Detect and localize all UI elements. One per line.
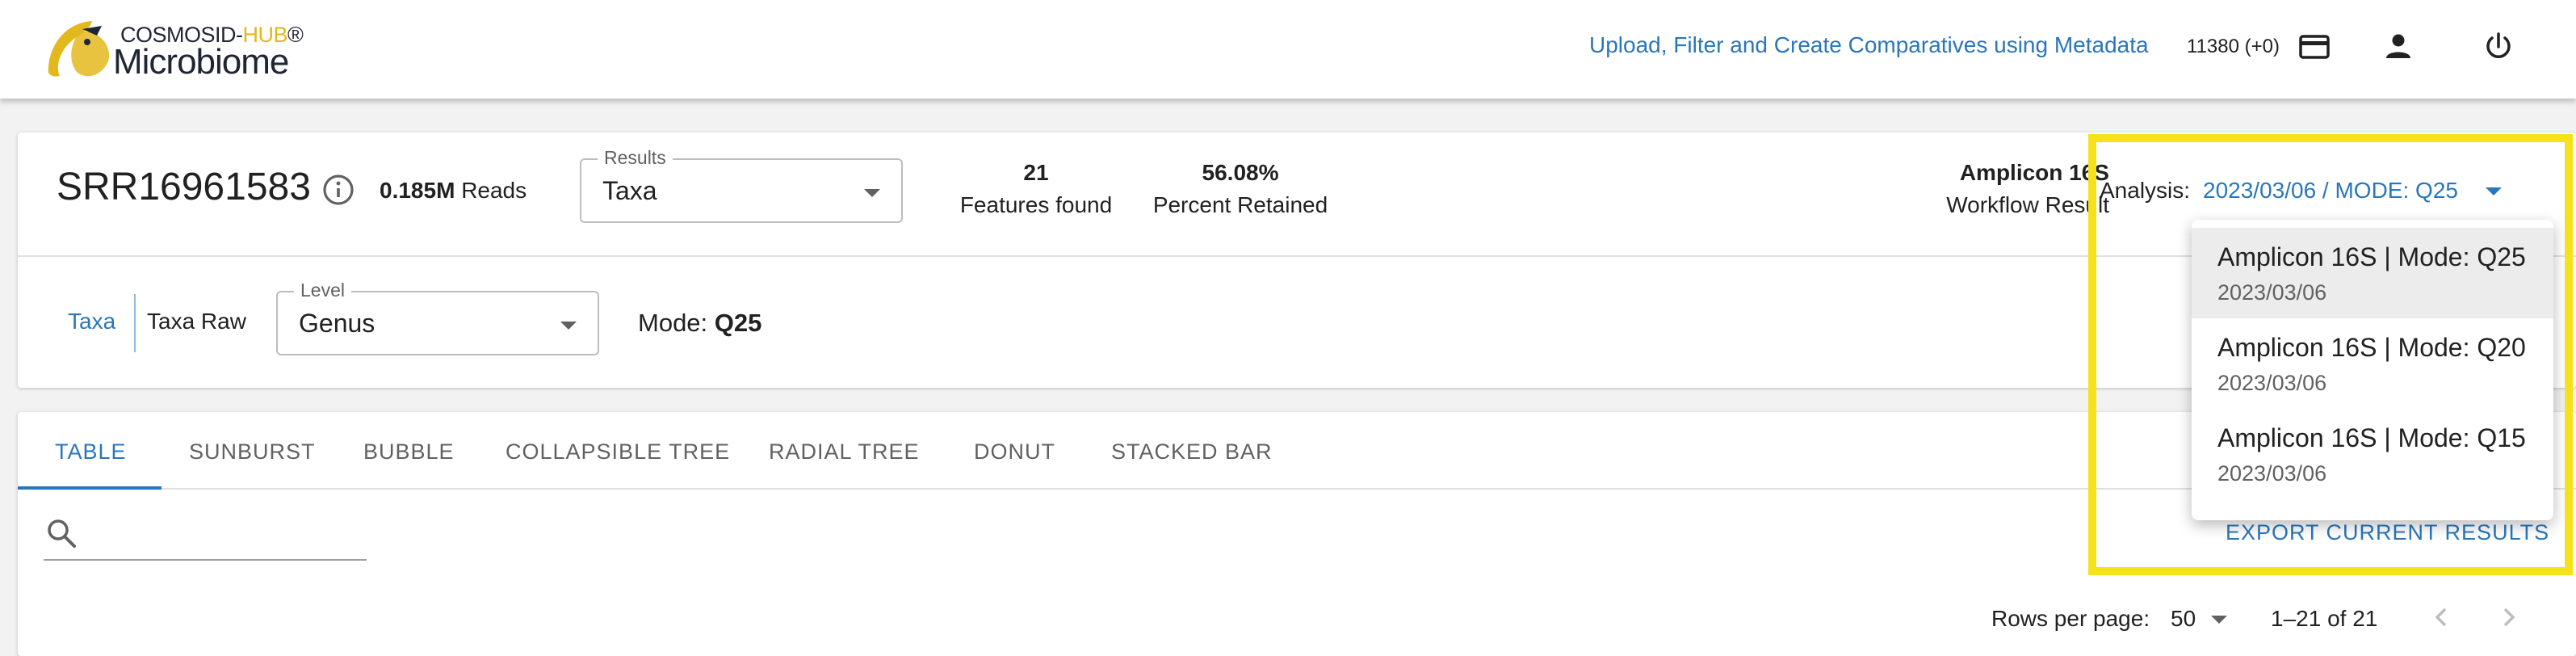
level-legend: Level	[294, 280, 351, 301]
search-underline	[44, 559, 367, 561]
chevron-right-icon[interactable]	[2494, 603, 2523, 632]
mode-indicator: Mode: Q25	[638, 309, 762, 337]
analysis-option-q25[interactable]: Amplicon 16S | Mode: Q25 2023/03/06	[2192, 228, 2553, 318]
analysis-dropdown-arrow-icon[interactable]	[2486, 187, 2502, 196]
analysis-option-q15[interactable]: Amplicon 16S | Mode: Q15 2023/03/06	[2192, 409, 2553, 499]
tab-collapsible-tree[interactable]: COLLAPSIBLE TREE	[506, 439, 730, 465]
top-app-bar: COSMOSID-HUB® Microbiome Upload, Filter …	[0, 0, 2576, 99]
search-icon	[48, 519, 76, 548]
toggle-taxa-raw[interactable]: Taxa Raw	[147, 309, 246, 334]
rows-per-page-label: Rows per page:	[1991, 606, 2150, 631]
analysis-menu: Amplicon 16S | Mode: Q25 2023/03/06 Ampl…	[2192, 220, 2553, 520]
workflow-result: Amplicon 16S Workflow Result	[1946, 160, 2109, 217]
results-legend: Results	[598, 147, 673, 169]
toggle-taxa[interactable]: Taxa	[68, 309, 115, 334]
metadata-link[interactable]: Upload, Filter and Create Comparatives u…	[1589, 32, 2149, 58]
features-stat: 21 Features found	[959, 160, 1113, 217]
percent-retained-stat: 56.08% Percent Retained	[1152, 160, 1328, 217]
tab-radial-tree[interactable]: RADIAL TREE	[769, 439, 920, 465]
reads-count: 0.185M Reads	[380, 178, 527, 203]
tab-donut[interactable]: DONUT	[974, 439, 1055, 465]
credits-counter: 11380 (+0)	[2187, 36, 2280, 57]
level-value: Genus	[299, 309, 375, 338]
active-tab-indicator	[18, 486, 162, 490]
logo-bottom-text: Microbiome	[113, 42, 289, 82]
credit-card-icon[interactable]	[2298, 32, 2331, 61]
search-input[interactable]	[84, 520, 359, 553]
results-value: Taxa	[602, 176, 657, 205]
rows-per-page-arrow-icon[interactable]	[2211, 616, 2227, 624]
cosmosid-logo[interactable]: COSMOSID-HUB® Microbiome	[44, 18, 310, 82]
rows-per-page-select[interactable]: 50	[2171, 606, 2196, 632]
analysis-select[interactable]: 2023/03/06 / MODE: Q25	[2203, 178, 2458, 204]
tab-table[interactable]: TABLE	[55, 439, 127, 465]
level-select[interactable]: Level Genus	[276, 280, 599, 355]
tab-bubble[interactable]: BUBBLE	[363, 439, 455, 465]
export-results-button[interactable]: EXPORT CURRENT RESULTS	[2226, 520, 2549, 545]
results-select[interactable]: Results Taxa	[580, 147, 903, 223]
analysis-option-q20[interactable]: Amplicon 16S | Mode: Q20 2023/03/06	[2192, 318, 2553, 409]
dropdown-arrow-icon	[560, 322, 577, 330]
pagination-range: 1–21 of 21	[2271, 606, 2378, 631]
tab-sunburst[interactable]: SUNBURST	[189, 439, 316, 465]
info-icon[interactable]	[321, 173, 355, 207]
power-icon[interactable]	[2482, 31, 2515, 63]
chevron-left-icon[interactable]	[2427, 603, 2456, 632]
user-icon[interactable]	[2382, 32, 2414, 61]
analysis-label: Analysis:	[2100, 178, 2191, 203]
sample-id: SRR16961583	[57, 166, 311, 208]
dropdown-arrow-icon	[864, 189, 880, 197]
logo-mark-icon	[48, 21, 110, 77]
tab-stacked-bar[interactable]: STACKED BAR	[1111, 439, 1273, 465]
toggle-separator	[134, 294, 136, 352]
